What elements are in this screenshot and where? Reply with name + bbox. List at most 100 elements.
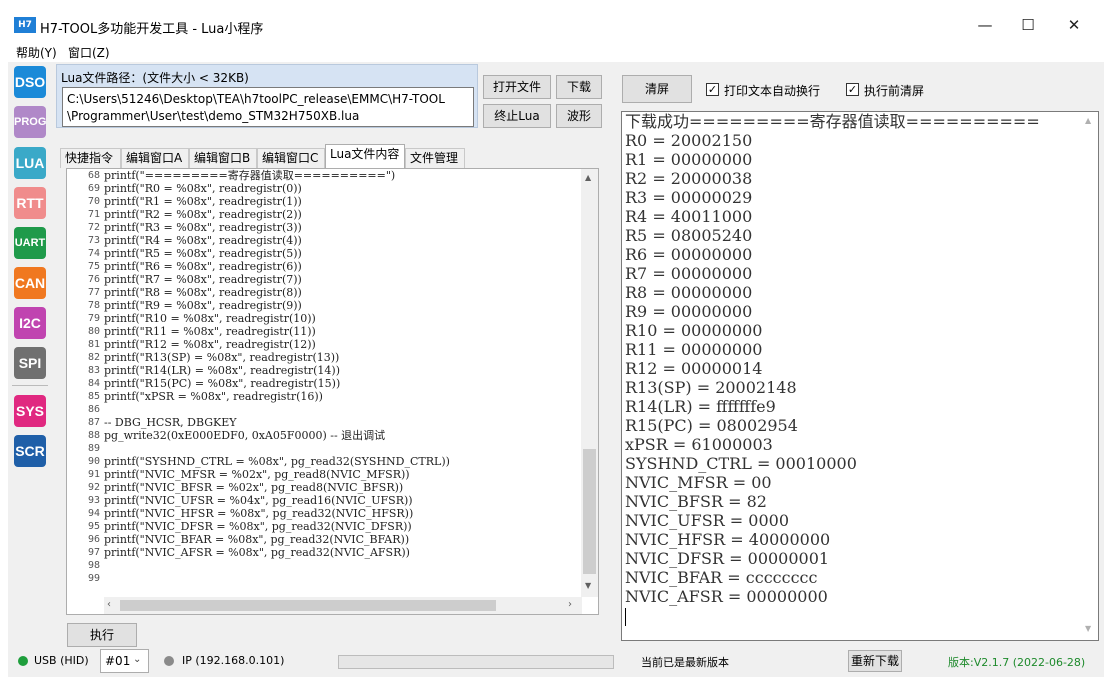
app-icon: H7	[14, 17, 36, 33]
code-line: printf("NVIC_MFSR = %02x", pg_read8(NVIC…	[104, 468, 410, 481]
code-vertical-scroll-thumb[interactable]	[583, 449, 596, 574]
output-line: R7 = 00000000	[625, 264, 753, 283]
version-label: 版本:V2.1.7 (2022-06-28)	[948, 656, 1086, 669]
output-line: R9 = 00000000	[625, 302, 753, 321]
status-bar: USB (HID) #01 ⌄ IP (192.168.0.101) 当前已是最…	[8, 647, 1104, 677]
output-line: NVIC_UFSR = 0000	[625, 511, 790, 530]
sidebar-can-button[interactable]: CAN	[14, 267, 46, 299]
chevron-down-icon: ⌄	[133, 654, 142, 665]
sidebar-dso-button[interactable]: DSO	[14, 66, 46, 98]
output-line: R0 = 20002150	[625, 131, 753, 150]
code-line: printf("R5 = %08x", readregistr(5))	[104, 247, 302, 260]
ip-status-dot	[164, 656, 174, 666]
line-number: 82	[87, 352, 100, 363]
code-line: printf("R13(SP) = %08x", readregistr(13)…	[104, 351, 340, 364]
stop-lua-button[interactable]: 终止Lua	[483, 104, 551, 128]
menu-help[interactable]: 帮助(Y)	[16, 44, 57, 61]
code-line: printf("NVIC_UFSR = %04x", pg_read16(NVI…	[104, 494, 413, 507]
code-line: printf("SYSHND_CTRL = %08x", pg_read32(S…	[104, 455, 450, 468]
line-number: 85	[87, 391, 100, 402]
close-button[interactable]: ✕	[1051, 10, 1097, 40]
line-number: 88	[87, 430, 100, 441]
line-number: 72	[87, 222, 100, 233]
sidebar-sys-button[interactable]: SYS	[14, 395, 46, 427]
clear-before-run-label: 执行前清屏	[864, 84, 925, 98]
code-line: printf("R7 = %08x", readregistr(7))	[104, 273, 302, 286]
output-line: NVIC_AFSR = 00000000	[625, 587, 828, 606]
scroll-right-icon[interactable]: ›	[568, 599, 572, 610]
download-button[interactable]: 下载	[556, 75, 602, 99]
sidebar-lua-button[interactable]: LUA	[14, 147, 46, 179]
line-number: 73	[87, 235, 100, 246]
line-number: 90	[87, 456, 100, 467]
sidebar-spi-button[interactable]: SPI	[14, 347, 46, 379]
lua-path-field[interactable]: C:\Users\51246\Desktop\TEA\h7toolPC_rele…	[62, 87, 474, 127]
line-number: 99	[87, 573, 100, 584]
lua-editor-panel: Lua文件路径：(文件大小 < 32KB) C:\Users\51246\Des…	[56, 62, 616, 647]
execute-button[interactable]: 执行	[67, 623, 137, 647]
redownload-button[interactable]: 重新下载	[848, 650, 902, 672]
clear-screen-button[interactable]: 清屏	[622, 75, 692, 103]
output-line: NVIC_DFSR = 00000001	[625, 549, 830, 568]
usb-status-dot	[18, 656, 28, 666]
line-number: 97	[87, 547, 100, 558]
tab-edit-a[interactable]: 编辑窗口A	[121, 148, 189, 168]
code-line: printf("NVIC_DFSR = %08x", pg_read32(NVI…	[104, 520, 412, 533]
output-line: R10 = 00000000	[625, 321, 763, 340]
sidebar-uart-button[interactable]: UART	[14, 227, 46, 259]
sidebar-rtt-button[interactable]: RTT	[14, 187, 46, 219]
maximize-button[interactable]: ☐	[1005, 10, 1051, 40]
window-title: H7-TOOL多功能开发工具 - Lua小程序	[40, 22, 264, 37]
tab-edit-c[interactable]: 编辑窗口C	[257, 148, 325, 168]
line-number: 75	[87, 261, 100, 272]
tab-lua-file-content[interactable]: Lua文件内容	[325, 144, 405, 169]
tab-edit-b[interactable]: 编辑窗口B	[189, 148, 257, 168]
scroll-up-icon[interactable]: ▲	[1085, 116, 1091, 125]
sidebar-i2c-button[interactable]: I2C	[14, 307, 46, 339]
sidebar-scr-button[interactable]: SCR	[14, 435, 46, 467]
code-line: printf("NVIC_BFSR = %02x", pg_read8(NVIC…	[104, 481, 404, 494]
output-console[interactable]: 下载成功=========寄存器值读取========== R0 = 200021…	[621, 111, 1099, 641]
code-line: printf("R2 = %08x", readregistr(2))	[104, 208, 302, 221]
tab-quick-commands[interactable]: 快捷指令	[60, 148, 121, 168]
code-line: printf("xPSR = %08x", readregistr(16))	[104, 390, 323, 403]
code-text-area[interactable]: printf("=========寄存器值读取==========") print…	[104, 169, 582, 597]
code-line: printf("R11 = %08x", readregistr(11))	[104, 325, 316, 338]
clear-before-run-checkbox[interactable]: ✓	[846, 83, 859, 96]
lua-path-line-2: \Programmer\User\test\demo_STM32H750XB.l…	[67, 109, 360, 123]
checkmark-icon: ✓	[707, 83, 718, 96]
tab-file-management[interactable]: 文件管理	[405, 148, 465, 168]
sidebar-prog-button[interactable]: PROG	[14, 106, 46, 138]
line-number: 80	[87, 326, 100, 337]
module-sidebar: DSO PROG LUA RTT UART CAN I2C SPI SYS SC…	[8, 62, 52, 647]
output-text: 下载成功=========寄存器值读取========== R0 = 200021…	[622, 112, 1098, 606]
device-select[interactable]: #01 ⌄	[100, 649, 149, 673]
menu-window[interactable]: 窗口(Z)	[68, 44, 110, 61]
line-number: 68	[87, 170, 100, 181]
output-vertical-scrollbar[interactable]: ▲ ▼	[1081, 112, 1098, 640]
open-file-button[interactable]: 打开文件	[483, 75, 551, 99]
output-line: R6 = 00000000	[625, 245, 753, 264]
lua-path-group: Lua文件路径：(文件大小 < 32KB) C:\Users\51246\Des…	[56, 64, 478, 128]
code-horizontal-scroll-thumb[interactable]	[120, 600, 496, 611]
auto-wrap-checkbox[interactable]: ✓	[706, 83, 719, 96]
line-number: 98	[87, 560, 100, 571]
line-number: 87	[87, 417, 100, 428]
code-horizontal-scrollbar[interactable]: ‹ ›	[104, 597, 582, 614]
code-line: printf("R15(PC) = %08x", readregistr(15)…	[104, 377, 341, 390]
sidebar-divider	[12, 385, 48, 386]
waveform-button[interactable]: 波形	[556, 104, 602, 128]
code-editor[interactable]: 68 69 70 71 72 73 74 75 76 77 78 79 80 81 82 83 84 85 86 87…	[66, 168, 599, 615]
code-line: printf("R6 = %08x", readregistr(6))	[104, 260, 302, 273]
scroll-down-icon[interactable]: ▼	[585, 581, 591, 590]
output-line: R2 = 20000038	[625, 169, 753, 188]
scroll-up-icon[interactable]: ▲	[585, 173, 591, 182]
line-number: 96	[87, 534, 100, 545]
line-number: 91	[87, 469, 100, 480]
code-vertical-scrollbar[interactable]: ▲ ▼	[581, 169, 598, 597]
scroll-down-icon[interactable]: ▼	[1085, 624, 1091, 633]
minimize-button[interactable]: —	[962, 10, 1008, 40]
scroll-left-icon[interactable]: ‹	[107, 599, 111, 610]
